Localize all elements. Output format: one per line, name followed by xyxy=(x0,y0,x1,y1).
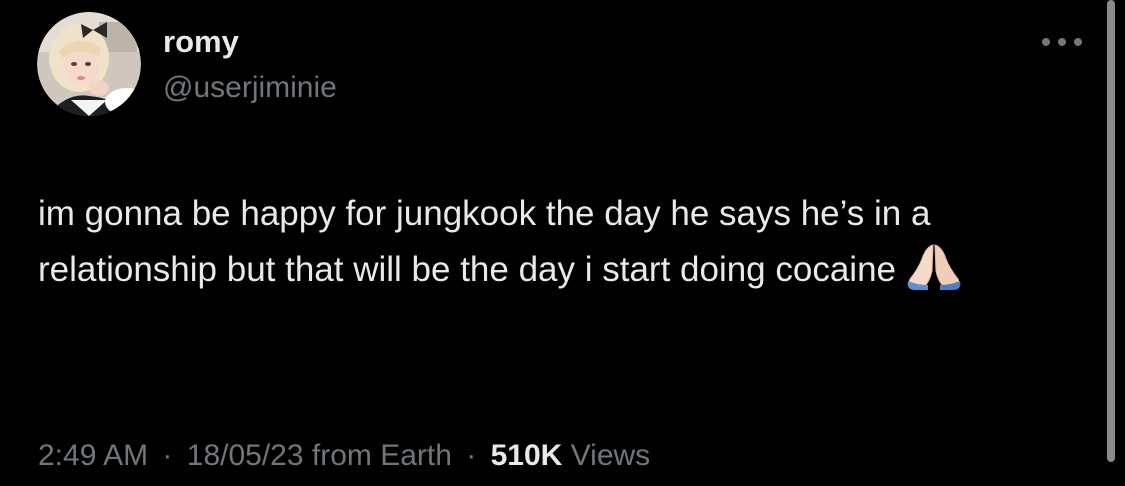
avatar-image xyxy=(37,12,141,116)
meta-separator-2: · xyxy=(466,439,477,472)
tweet-meta: 2:49 AM · 18/05/23 from Earth · 510K Vie… xyxy=(38,438,650,474)
author-handle[interactable]: @userjiminie xyxy=(163,70,337,106)
avatar[interactable] xyxy=(37,12,141,116)
tweet-date[interactable]: 18/05/23 xyxy=(187,439,304,472)
meta-separator: · xyxy=(162,439,173,472)
tweet-text: im gonna be happy for jungkook the day h… xyxy=(38,186,1058,308)
tweet-time[interactable]: 2:49 AM xyxy=(38,439,148,472)
more-options-icon[interactable] xyxy=(1037,30,1087,54)
scrollbar[interactable] xyxy=(1107,0,1115,462)
tweet-card: romy @userjiminie im gonna be happy for … xyxy=(0,0,1125,486)
views-count[interactable]: 510K xyxy=(491,439,563,472)
views-label[interactable]: Views xyxy=(571,439,650,472)
author-display-name[interactable]: romy xyxy=(163,24,239,60)
folded-hands-icon xyxy=(906,243,962,308)
tweet-source: from Earth xyxy=(311,439,452,472)
tweet-text-content: im gonna be happy for jungkook the day h… xyxy=(38,194,931,289)
